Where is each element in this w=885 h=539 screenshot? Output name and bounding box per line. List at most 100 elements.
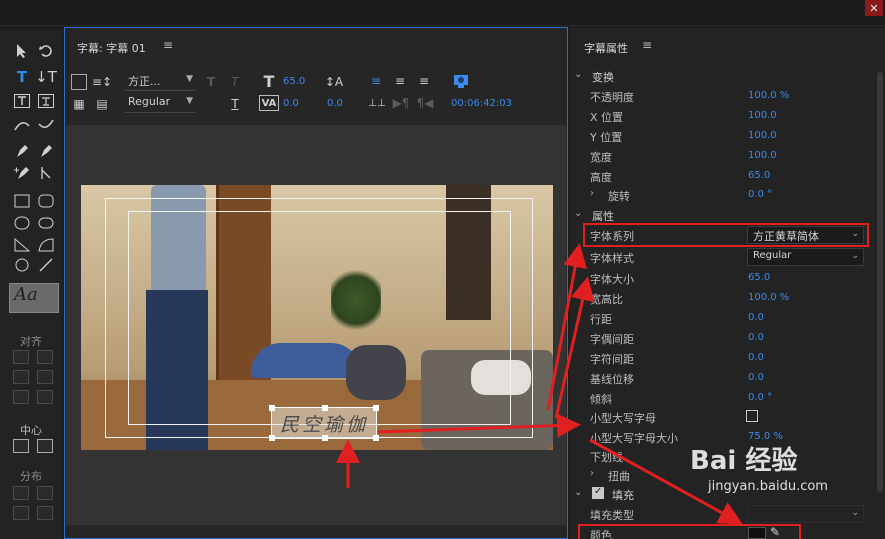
tab-right-icon[interactable]: ¶◀ (416, 95, 434, 111)
align-top-button[interactable] (13, 370, 29, 384)
underline-icon[interactable]: T (227, 96, 243, 112)
vertical-area-type-tool-icon[interactable] (36, 92, 56, 110)
y-position-value[interactable]: 100.0 (748, 130, 777, 141)
bold-icon[interactable]: T (203, 74, 219, 90)
y-position-row: Y 位置 100.0 (570, 126, 870, 146)
italic-icon[interactable]: T (227, 74, 243, 90)
align-horizontal-center-button[interactable] (37, 370, 53, 384)
resize-handle[interactable] (269, 405, 275, 411)
baseline-value[interactable]: 0.0 (748, 372, 764, 383)
baseline-label: 基线位移 (590, 373, 634, 386)
tab-stops-icon[interactable]: ▤ (93, 96, 111, 112)
slant-value[interactable]: 0.0 ° (748, 392, 772, 403)
distribute-right-button[interactable] (13, 506, 29, 520)
x-position-row: X 位置 100.0 (570, 106, 870, 126)
path-type-tool-icon[interactable] (12, 116, 32, 134)
opacity-value[interactable]: 100.0 % (748, 90, 789, 101)
ellipse-tool-icon[interactable] (12, 256, 32, 274)
arc-tool-icon[interactable] (36, 236, 56, 254)
resize-handle[interactable] (269, 435, 275, 441)
rotation-row[interactable]: › 旋转 0.0 ° (570, 185, 870, 205)
show-background-video-icon[interactable] (452, 72, 470, 90)
align-left-button[interactable] (13, 350, 29, 364)
transform-section-label: 变换 (592, 71, 614, 84)
rounded-corner-rectangle-tool-icon[interactable] (36, 214, 56, 232)
align-bottom-button[interactable] (37, 390, 53, 404)
rotation-tool-icon[interactable] (36, 42, 56, 60)
convert-anchor-tool-icon[interactable] (36, 164, 56, 182)
rounded-rectangle-tool-icon[interactable] (36, 192, 56, 210)
add-anchor-tool-icon[interactable] (12, 164, 32, 182)
resize-handle[interactable] (322, 405, 328, 411)
tracking-value[interactable]: 0.0 (748, 352, 764, 363)
title-editor-tab[interactable]: 字幕: 字幕 01 (77, 40, 146, 56)
x-position-value[interactable]: 100.0 (748, 110, 777, 121)
fill-checkbox[interactable] (592, 486, 604, 499)
pen-tool-icon[interactable] (12, 142, 32, 160)
smallcaps-size-label: 小型大写字母大小 (590, 432, 678, 445)
tab-left-icon[interactable]: ▶¶ (392, 95, 410, 111)
font-style-row: 字体样式 Regular ⌄ (570, 247, 870, 267)
title-editor-menu-icon[interactable]: ≡ (163, 38, 173, 52)
kerning-value[interactable]: 0.0 (283, 98, 299, 109)
selection-tool-icon[interactable] (12, 42, 32, 60)
fill-type-label: 填充类型 (590, 509, 634, 522)
font-style-dropdown[interactable]: Regular ⌄ (747, 248, 864, 266)
new-title-icon[interactable] (71, 74, 87, 90)
title-text-box[interactable]: 民空瑜伽 (269, 405, 379, 441)
tab-ruler-icon[interactable]: ⊥⊥ (368, 95, 386, 111)
align-left-text-icon[interactable]: ≡ (368, 73, 384, 89)
font-size-prop-value[interactable]: 65.0 (748, 272, 770, 283)
title-text[interactable]: 民空瑜伽 (280, 410, 368, 437)
distribute-center-button[interactable] (37, 486, 53, 500)
properties-scrollbar[interactable] (877, 72, 883, 492)
align-right-text-icon[interactable]: ≡ (416, 73, 432, 89)
wedge-tool-icon[interactable] (12, 236, 32, 254)
font-size-row: 字体大小 65.0 (570, 268, 870, 288)
leading-prop-value[interactable]: 0.0 (748, 312, 764, 323)
leading-value[interactable]: 0.0 (327, 98, 343, 109)
smallcaps-checkbox[interactable] (746, 410, 758, 422)
rotation-value[interactable]: 0.0 ° (748, 189, 772, 200)
vertical-path-type-tool-icon[interactable] (36, 116, 56, 134)
line-tool-icon[interactable] (36, 256, 56, 274)
clipped-rectangle-tool-icon[interactable] (12, 214, 32, 232)
type-tool-icon[interactable]: T (12, 68, 32, 86)
aspect-value[interactable]: 100.0 % (748, 292, 789, 303)
width-value[interactable]: 100.0 (748, 150, 777, 161)
attributes-section[interactable]: ⌄ 属性 (570, 205, 870, 225)
background-timecode[interactable]: 00:06:42:03 (451, 98, 512, 109)
rectangle-tool-icon[interactable] (12, 192, 32, 210)
fill-type-dropdown[interactable]: ⌄ (747, 505, 864, 523)
area-type-tool-icon[interactable] (12, 92, 32, 110)
properties-menu-icon[interactable]: ≡ (642, 38, 652, 52)
vertical-type-tool-icon[interactable]: ↓T (35, 68, 57, 86)
close-window-button[interactable]: ✕ (865, 0, 883, 16)
title-style-swatch[interactable]: Aa (9, 283, 59, 313)
resize-handle[interactable] (373, 405, 379, 411)
height-value[interactable]: 65.0 (748, 170, 770, 181)
transform-section[interactable]: ⌄ 变换 (570, 66, 870, 86)
title-canvas[interactable]: 民空瑜伽 (66, 125, 566, 525)
distribute-left-button[interactable] (13, 486, 29, 500)
align-right-button[interactable] (13, 390, 29, 404)
templates-icon[interactable]: ▦ (71, 96, 87, 112)
roll-crawl-options-icon[interactable]: ≡↕ (92, 74, 112, 90)
kerning-prop-value[interactable]: 0.0 (748, 332, 764, 343)
resize-handle[interactable] (373, 435, 379, 441)
underline-label: 下划线 (590, 451, 623, 464)
font-family-select[interactable]: 方正... ▼ (125, 73, 195, 91)
center-vertical-button[interactable] (37, 439, 53, 453)
font-style-select[interactable]: Regular ▼ (125, 95, 195, 113)
baidu-watermark: Bai 经验 jingyan.baidu.com (690, 440, 828, 494)
align-center-text-icon[interactable]: ≡ (392, 73, 408, 89)
title-properties-tab[interactable]: 字幕属性 (584, 40, 628, 56)
align-section-label: 对齐 (20, 335, 42, 348)
resize-handle[interactable] (322, 435, 328, 441)
x-position-label: X 位置 (590, 111, 624, 124)
distribute-top-button[interactable] (37, 506, 53, 520)
delete-anchor-tool-icon[interactable] (36, 142, 56, 160)
center-horizontal-button[interactable] (13, 439, 29, 453)
align-vertical-center-button[interactable] (37, 350, 53, 364)
font-size-value[interactable]: 65.0 (283, 76, 305, 87)
